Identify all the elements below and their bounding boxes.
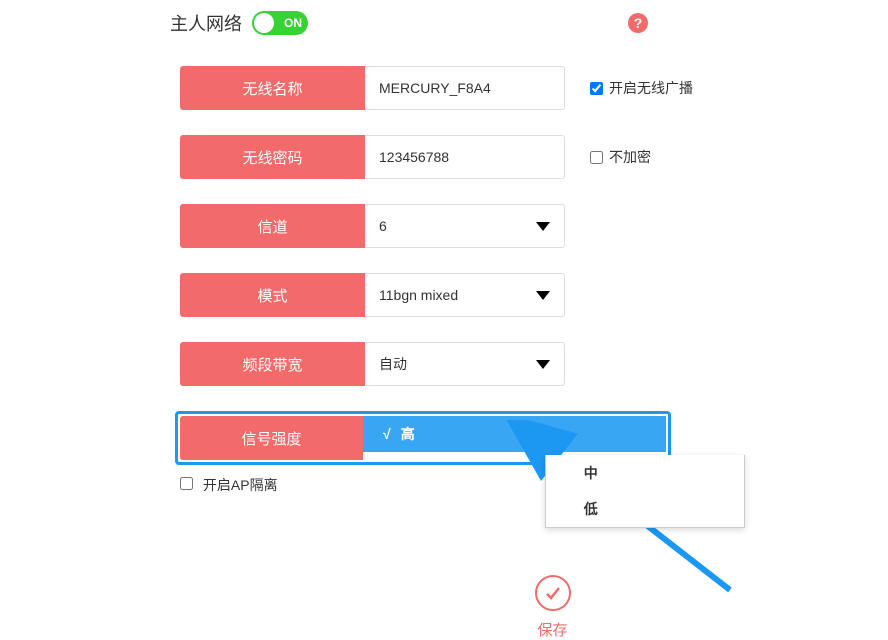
channel-label: 信道 xyxy=(180,204,365,248)
signal-option-mid[interactable]: √ 中 xyxy=(546,455,744,491)
channel-select[interactable]: 6 xyxy=(365,204,565,248)
password-label: 无线密码 xyxy=(180,135,365,179)
mode-label: 模式 xyxy=(180,273,365,317)
broadcast-checkbox[interactable]: 开启无线广播 xyxy=(590,78,693,98)
mode-select[interactable]: 11bgn mixed xyxy=(365,273,565,317)
bandwidth-value: 自动 xyxy=(379,354,407,374)
network-toggle[interactable]: ON xyxy=(252,11,308,35)
bandwidth-label: 频段带宽 xyxy=(180,342,365,386)
password-input[interactable]: 123456788 xyxy=(365,135,565,179)
ap-isolation-checkbox-input[interactable] xyxy=(180,477,193,490)
signal-option-low-label: 低 xyxy=(584,499,598,519)
ap-isolation-checkbox[interactable]: 开启AP隔离 xyxy=(180,475,278,495)
check-icon: √ xyxy=(383,426,391,442)
check-icon xyxy=(543,583,563,603)
help-icon[interactable]: ? xyxy=(628,13,648,33)
unencrypted-checkbox-input[interactable] xyxy=(590,151,603,164)
mode-value: 11bgn mixed xyxy=(379,287,458,303)
broadcast-checkbox-input[interactable] xyxy=(590,82,603,95)
broadcast-label: 开启无线广播 xyxy=(609,78,693,98)
ssid-label: 无线名称 xyxy=(180,66,365,110)
ssid-input[interactable]: MERCURY_F8A4 xyxy=(365,66,565,110)
chevron-down-icon xyxy=(536,360,550,369)
signal-dropdown-menu: √ 中 √ 低 xyxy=(545,455,745,528)
signal-select[interactable]: √ 高 xyxy=(363,416,666,452)
page-title: 主人网络 xyxy=(170,10,242,36)
signal-option-low[interactable]: √ 低 xyxy=(546,491,744,527)
chevron-down-icon xyxy=(536,222,550,231)
bandwidth-select[interactable]: 自动 xyxy=(365,342,565,386)
ap-isolation-label: 开启AP隔离 xyxy=(203,477,278,493)
save-button[interactable] xyxy=(535,575,571,611)
signal-option-mid-label: 中 xyxy=(584,463,598,483)
toggle-label: ON xyxy=(284,16,302,30)
chevron-down-icon xyxy=(536,291,550,300)
signal-label: 信号强度 xyxy=(180,416,363,460)
unencrypted-checkbox[interactable]: 不加密 xyxy=(590,147,651,167)
save-label: 保存 xyxy=(537,619,567,640)
toggle-knob xyxy=(254,13,274,33)
unencrypted-label: 不加密 xyxy=(609,147,651,167)
channel-value: 6 xyxy=(379,218,387,234)
signal-value: 高 xyxy=(401,424,415,444)
